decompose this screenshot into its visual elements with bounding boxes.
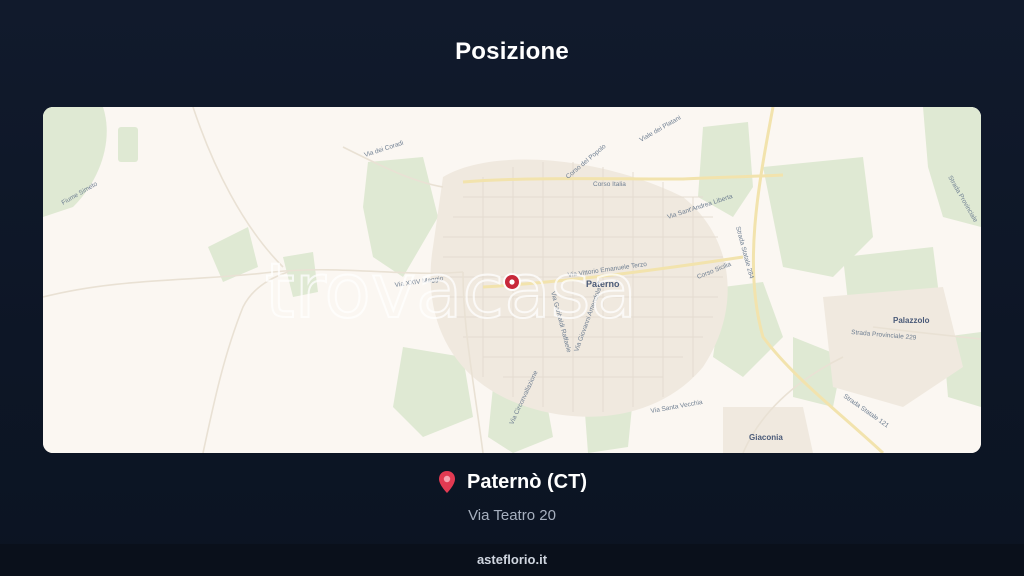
- place-label-palazzolo: Palazzolo: [893, 316, 930, 325]
- map-pin-icon: [437, 470, 457, 494]
- location-city: Paternò (CT): [467, 470, 587, 493]
- map-view[interactable]: Via dei Coradi Fiume Simeto Corso del Po…: [43, 107, 981, 453]
- footer: asteflorio.it: [0, 544, 1024, 576]
- place-label-giaconia: Giaconia: [749, 433, 783, 442]
- location-marker[interactable]: [503, 273, 521, 291]
- location-info: Paternò (CT) Via Teatro 20: [0, 470, 1024, 524]
- watermark-logo: trovacasa: [265, 246, 637, 335]
- map-canvas: Via dei Coradi Fiume Simeto Corso del Po…: [43, 107, 981, 453]
- location-address: Via Teatro 20: [468, 507, 556, 524]
- street-label: Corso Italia: [593, 181, 626, 188]
- footer-site-link[interactable]: asteflorio.it: [477, 552, 547, 567]
- page-title: Posizione: [455, 38, 569, 65]
